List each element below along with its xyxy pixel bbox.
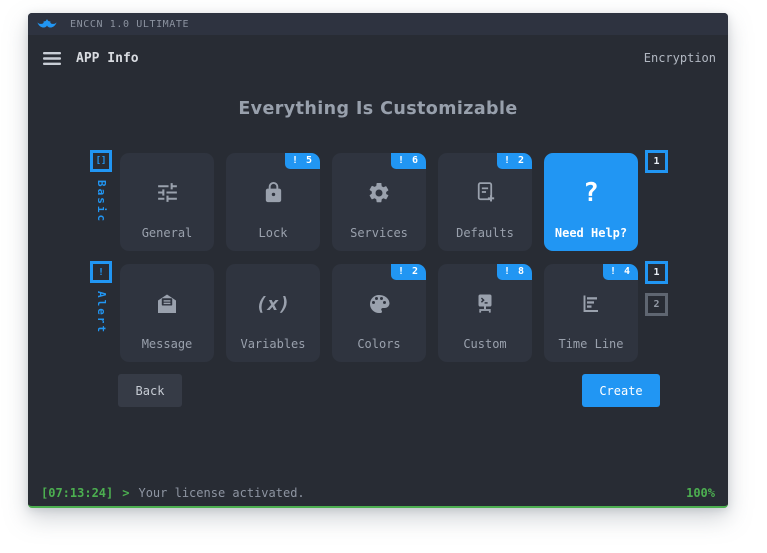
back-button[interactable]: Back xyxy=(118,374,182,407)
tune-sliders-icon xyxy=(155,159,180,226)
card-lock[interactable]: ! 5 Lock xyxy=(226,153,320,251)
card-label: Lock xyxy=(259,226,288,240)
alert-count-badge: ! 5 xyxy=(285,153,320,169)
gear-icon xyxy=(367,159,391,226)
card-label: Defaults xyxy=(456,226,514,240)
statusbar: [07:13:24] > Your license activated. 100… xyxy=(28,479,728,506)
alert-count-badge: ! 8 xyxy=(497,264,532,280)
brackets-icon: [] xyxy=(90,150,112,172)
page-indicator[interactable]: 2 xyxy=(645,293,668,316)
card-variables[interactable]: (x) Variables xyxy=(226,264,320,362)
card-label: Time Line xyxy=(558,337,623,351)
alert-count-badge: ! 2 xyxy=(497,153,532,169)
cards-alert: Message (x) Variables ! 2 Colors ! 8 xyxy=(120,264,638,362)
card-label: Colors xyxy=(357,337,400,351)
header: APP Info Encryption xyxy=(28,35,728,81)
bat-logo-icon xyxy=(37,18,57,30)
alert-count-badge: ! 2 xyxy=(391,264,426,280)
cards-basic: General ! 5 Lock ! 6 xyxy=(120,153,638,251)
card-label: Variables xyxy=(240,337,305,351)
rail-glyph: ! xyxy=(98,267,104,278)
card-label: General xyxy=(142,226,193,240)
card-defaults[interactable]: ! 2 Defaults xyxy=(438,153,532,251)
card-custom[interactable]: ! 8 Custom xyxy=(438,264,532,362)
pagination-basic: 1 xyxy=(645,150,668,173)
app-title: ENCCN 1.0 ULTIMATE xyxy=(70,19,189,30)
page-indicator[interactable]: 1 xyxy=(645,150,668,173)
rail-alert: ! Alert xyxy=(90,261,120,334)
card-label: Custom xyxy=(463,337,506,351)
row-alert: ! Alert Message (x) Variables xyxy=(90,264,668,362)
page-indicator[interactable]: 1 xyxy=(645,261,668,284)
alert-count-badge: ! 4 xyxy=(603,264,638,280)
card-general[interactable]: General xyxy=(120,153,214,251)
titlebar: ENCCN 1.0 ULTIMATE xyxy=(28,13,728,35)
variables-icon: (x) xyxy=(256,270,290,337)
progress-percent: 100% xyxy=(686,486,715,500)
status-prompt: > xyxy=(122,486,129,500)
card-time-line[interactable]: ! 4 Time Line xyxy=(544,264,638,362)
create-button[interactable]: Create xyxy=(582,374,660,407)
card-message[interactable]: Message xyxy=(120,264,214,362)
question-mark-icon: ? xyxy=(583,159,599,226)
card-label: Services xyxy=(350,226,408,240)
menu-hamburger-icon[interactable] xyxy=(43,52,61,65)
document-add-icon xyxy=(473,159,498,226)
lock-icon xyxy=(262,159,285,226)
status-timestamp: [07:13:24] xyxy=(41,486,113,500)
rail-glyph: [] xyxy=(96,156,107,166)
terminal-node-icon xyxy=(473,270,497,337)
app-window: ENCCN 1.0 ULTIMATE APP Info Encryption E… xyxy=(28,13,728,508)
palette-icon xyxy=(367,270,391,337)
actions-bar: Back Create xyxy=(118,374,660,407)
row-basic: [] Basic General ! 5 xyxy=(90,153,668,251)
card-services[interactable]: ! 6 Services xyxy=(332,153,426,251)
page-title: APP Info xyxy=(76,51,139,66)
exclamation-icon: ! xyxy=(90,261,112,283)
main-heading: Everything Is Customizable xyxy=(28,99,728,119)
pagination-alert: 1 2 xyxy=(645,261,668,316)
card-need-help[interactable]: ? Need Help? xyxy=(544,153,638,251)
card-label: Message xyxy=(142,337,193,351)
encryption-label: Encryption xyxy=(644,51,716,65)
card-colors[interactable]: ! 2 Colors xyxy=(332,264,426,362)
alert-count-badge: ! 6 xyxy=(391,153,426,169)
rail-label-basic: Basic xyxy=(95,180,108,223)
status-message: Your license activated. xyxy=(138,486,304,500)
rail-basic: [] Basic xyxy=(90,150,120,223)
timeline-chart-icon xyxy=(579,270,603,337)
open-envelope-icon xyxy=(155,270,179,337)
card-label: Need Help? xyxy=(555,226,627,240)
rail-label-alert: Alert xyxy=(95,291,108,334)
